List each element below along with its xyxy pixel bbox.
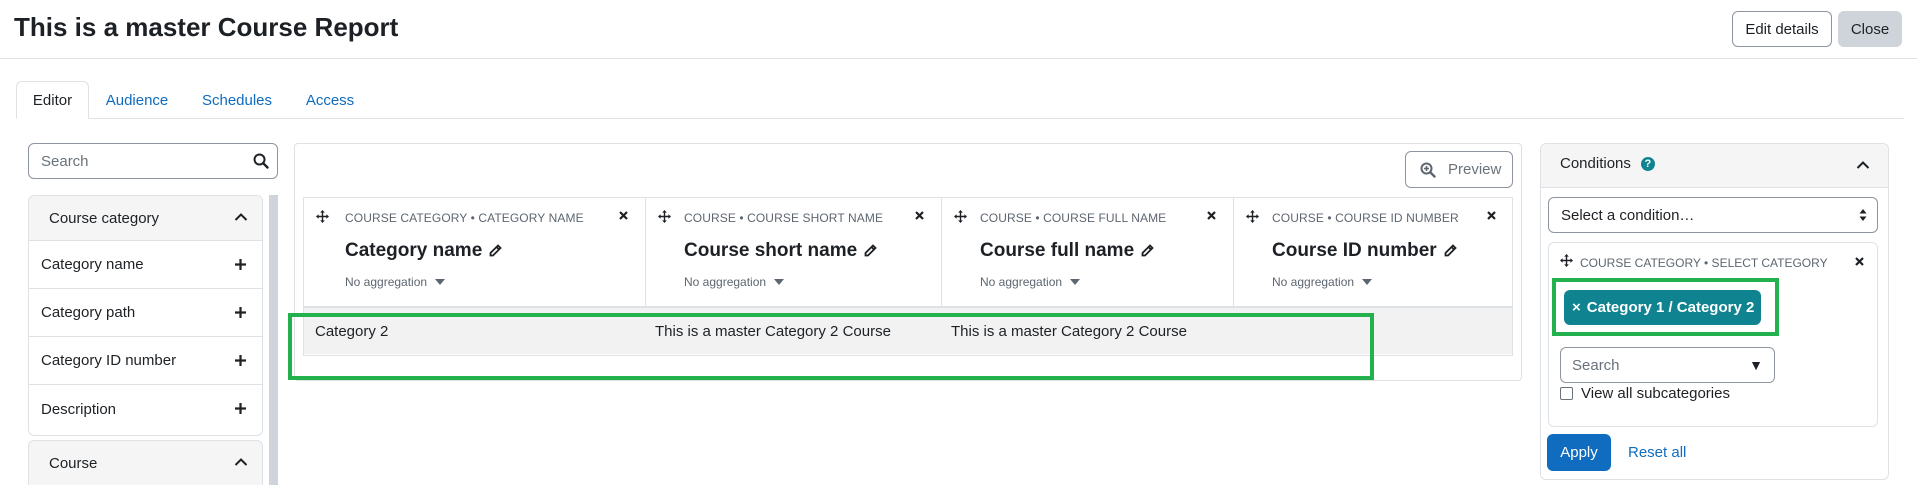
column-header-course-id-number: COURSE • COURSE ID NUMBER Course ID numb… [1234,198,1512,307]
remove-column-icon[interactable] [1487,211,1496,220]
aggregation-select[interactable]: No aggregation [1272,275,1373,289]
caret-down-icon [435,279,446,285]
condition-context: COURSE CATEGORY • SELECT CATEGORY [1580,256,1828,270]
plus-icon[interactable] [235,259,246,270]
caret-down-icon [1070,279,1081,285]
chip-remove-icon[interactable]: × [1572,299,1581,316]
select-arrows-icon [1859,208,1867,222]
chip-label: Category 1 / Category 2 [1586,299,1755,316]
pencil-icon[interactable] [488,244,503,258]
move-icon[interactable] [316,210,329,223]
sidebar-item-category-id-number[interactable]: Category ID number [29,337,262,385]
zoom-in-icon [1420,162,1436,178]
sidebar-group-header[interactable]: Course category [29,196,262,241]
plus-icon[interactable] [235,307,246,318]
view-subcategories-toggle[interactable]: View all subcategories [1560,385,1730,402]
plus-icon[interactable] [235,403,246,414]
column-name: Course short name [684,240,858,261]
tabs-divider [16,118,1904,119]
move-icon[interactable] [658,210,671,223]
conditions-title: Conditions [1560,155,1631,172]
sidebar-item-label: Category ID number [41,352,177,369]
column-header-course-short-name: COURSE • COURSE SHORT NAME Course short … [646,198,942,307]
column-name: Category name [345,240,483,261]
category-search-select[interactable]: Search ▼ [1560,347,1775,383]
aggregation-label: No aggregation [1272,275,1355,289]
view-subcategories-checkbox[interactable] [1560,387,1573,400]
view-subcategories-label: View all subcategories [1581,385,1730,402]
sidebar-group-title: Course [49,455,98,472]
chevron-up-icon[interactable] [234,212,248,222]
aggregation-label: No aggregation [684,275,767,289]
aggregation-label: No aggregation [980,275,1063,289]
caret-down-icon [774,279,785,285]
highlight-box-row [288,313,1374,380]
aggregation-select[interactable]: No aggregation [345,275,446,289]
edit-details-button[interactable]: Edit details [1732,11,1832,47]
select-condition-placeholder: Select a condition… [1561,206,1695,224]
search-icon[interactable] [253,153,269,169]
select-condition-dropdown[interactable]: Select a condition… [1548,197,1878,233]
remove-column-icon[interactable] [619,211,628,220]
sidebar-group-course: Course [28,440,263,485]
aggregation-select[interactable]: No aggregation [980,275,1081,289]
plus-icon[interactable] [235,355,246,366]
header-divider [0,58,1917,59]
pencil-icon[interactable] [1140,244,1154,258]
tab-audience[interactable]: Audience [96,81,178,119]
column-context: COURSE • COURSE SHORT NAME [684,211,884,225]
sidebar-item-category-name[interactable]: Category name [29,241,262,289]
aggregation-select[interactable]: No aggregation [684,275,785,289]
help-icon[interactable]: ? [1640,156,1655,171]
sidebar-group-title: Course category [49,209,160,227]
tab-access[interactable]: Access [295,81,365,119]
sidebar-scrollbar[interactable] [269,195,278,485]
preview-label: Preview [1448,161,1502,178]
selected-category-chip[interactable]: × Category 1 / Category 2 [1564,290,1761,325]
pencil-icon[interactable] [1443,244,1457,258]
sidebar-item-description[interactable]: Description [29,385,262,433]
caret-down-icon: ▼ [1749,357,1763,373]
sidebar-group-course-category: Course category Category name Category p… [28,195,263,436]
column-name: Course full name [980,240,1135,261]
column-header-category-name: COURSE CATEGORY • CATEGORY NAME Category… [304,198,646,307]
remove-column-icon[interactable] [1207,211,1216,220]
column-context: COURSE • COURSE ID NUMBER [1272,211,1459,225]
sidebar-search-input[interactable]: Search [28,143,278,179]
pencil-icon[interactable] [863,244,877,258]
aggregation-label: No aggregation [345,275,428,289]
sidebar-item-label: Description [41,400,117,418]
chevron-up-icon[interactable] [1856,160,1870,170]
remove-column-icon[interactable] [915,211,924,220]
column-context: COURSE CATEGORY • CATEGORY NAME [345,211,584,225]
page-title: This is a master Course Report [14,12,399,42]
column-header-course-full-name: COURSE • COURSE FULL NAME Course full na… [942,198,1234,307]
move-icon[interactable] [1246,210,1259,223]
close-button[interactable]: Close [1838,11,1902,47]
move-icon[interactable] [954,210,967,223]
tab-editor[interactable]: Editor [16,81,89,119]
preview-button[interactable]: Preview [1405,151,1513,188]
column-context: COURSE • COURSE FULL NAME [980,211,1167,225]
tab-schedules[interactable]: Schedules [192,81,282,119]
move-icon[interactable] [1560,254,1573,267]
caret-down-icon [1362,279,1373,285]
sidebar-item-label: Category name [41,256,144,273]
sidebar-search-placeholder: Search [41,153,89,170]
reset-all-link[interactable]: Reset all [1628,444,1686,461]
sidebar-group-header[interactable]: Course [29,441,262,485]
conditions-title-wrap: Conditions ? [1560,155,1655,172]
apply-button[interactable]: Apply [1547,434,1611,471]
sidebar-item-label: Category path [41,304,136,321]
chevron-up-icon[interactable] [234,457,248,467]
category-search-placeholder: Search [1572,357,1620,374]
remove-condition-icon[interactable] [1855,257,1864,266]
sidebar-item-category-path[interactable]: Category path [29,289,262,337]
column-name: Course ID number [1272,240,1437,261]
